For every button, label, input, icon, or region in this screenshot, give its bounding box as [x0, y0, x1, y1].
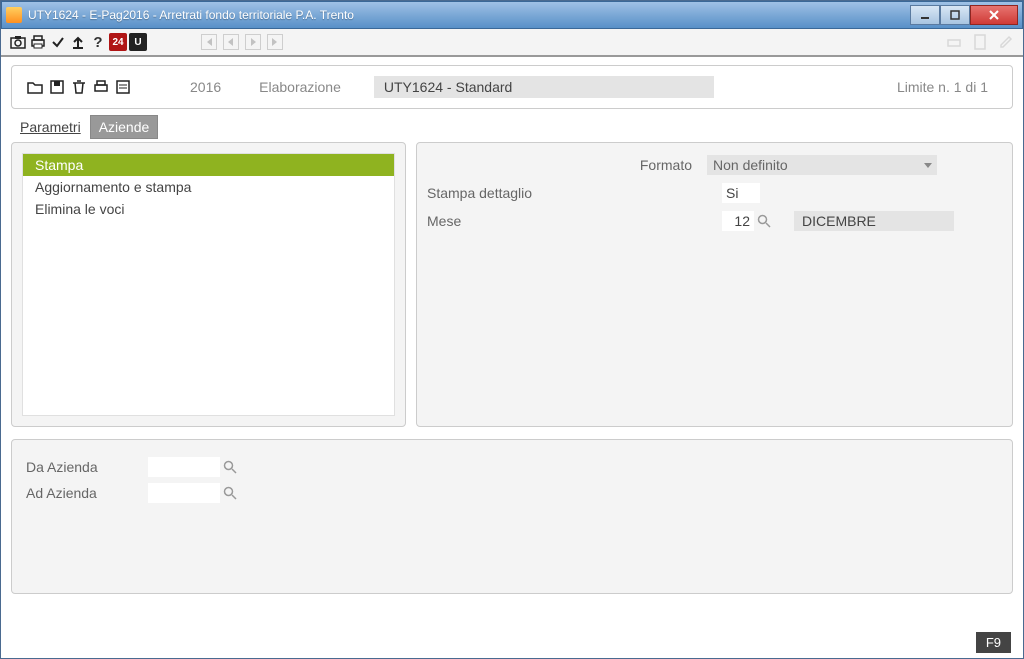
badge-u-icon[interactable]: U — [129, 33, 147, 51]
camera-icon[interactable] — [9, 33, 27, 51]
stampa-dettaglio-label: Stampa dettaglio — [427, 185, 687, 201]
tab-aziende[interactable]: Aziende — [90, 115, 159, 139]
print-icon-2[interactable] — [92, 78, 110, 96]
upload-icon[interactable] — [69, 33, 87, 51]
tabs: Parametri Aziende — [11, 115, 1013, 139]
actions-listbox[interactable]: Stampa Aggiornamento e stampa Elimina le… — [22, 153, 395, 416]
maximize-button[interactable] — [940, 5, 970, 25]
formato-select[interactable]: Non definito — [707, 155, 937, 175]
list-icon[interactable] — [114, 78, 132, 96]
list-item[interactable]: Aggiornamento e stampa — [23, 176, 394, 198]
magnifier-icon[interactable] — [222, 459, 238, 475]
ad-azienda-input[interactable] — [148, 483, 220, 503]
nav-controls — [201, 34, 283, 50]
header-panel: 2016 Elaborazione UTY1624 - Standard Lim… — [11, 65, 1013, 109]
close-button[interactable] — [970, 5, 1018, 25]
stampa-dettaglio-input[interactable] — [722, 183, 760, 203]
folder-icon[interactable] — [26, 78, 44, 96]
azienda-filter-panel: Da Azienda Ad Azienda — [11, 439, 1013, 594]
da-azienda-label: Da Azienda — [26, 459, 148, 475]
nav-last-icon[interactable] — [267, 34, 283, 50]
export-icon[interactable] — [945, 33, 963, 51]
check-icon[interactable] — [49, 33, 67, 51]
nav-next-icon[interactable] — [245, 34, 261, 50]
edit-icon[interactable] — [997, 33, 1015, 51]
magnifier-icon[interactable] — [756, 213, 772, 229]
ad-azienda-label: Ad Azienda — [26, 485, 148, 501]
trash-icon[interactable] — [70, 78, 88, 96]
nav-prev-icon[interactable] — [223, 34, 239, 50]
shortcut-key-badge: F9 — [976, 632, 1011, 653]
document-icon[interactable] — [971, 33, 989, 51]
da-azienda-input[interactable] — [148, 457, 220, 477]
app-icon — [6, 7, 22, 23]
mese-name-display: DICEMBRE — [794, 211, 954, 231]
elaborazione-dropdown[interactable]: UTY1624 - Standard — [374, 76, 714, 98]
list-item[interactable]: Stampa — [23, 154, 394, 176]
mese-input[interactable] — [722, 211, 754, 231]
badge-24-icon[interactable]: 24 — [109, 33, 127, 51]
window-title: UTY1624 - E-Pag2016 - Arretrati fondo te… — [28, 8, 910, 22]
mese-label: Mese — [427, 213, 687, 229]
actions-panel: Stampa Aggiornamento e stampa Elimina le… — [11, 142, 406, 427]
save-icon[interactable] — [48, 78, 66, 96]
limit-text: Limite n. 1 di 1 — [897, 79, 988, 95]
elaborazione-label: Elaborazione — [259, 79, 341, 95]
help-icon[interactable]: ? — [89, 33, 107, 51]
minimize-button[interactable] — [910, 5, 940, 25]
statusbar: F9 — [976, 634, 1011, 652]
window-titlebar: UTY1624 - E-Pag2016 - Arretrati fondo te… — [1, 1, 1023, 29]
magnifier-icon[interactable] — [222, 485, 238, 501]
tab-parametri[interactable]: Parametri — [11, 115, 90, 139]
list-item[interactable]: Elimina le voci — [23, 198, 394, 220]
nav-first-icon[interactable] — [201, 34, 217, 50]
main-toolbar: ? 24 U — [1, 29, 1023, 57]
year-label: 2016 — [190, 79, 221, 95]
print-icon[interactable] — [29, 33, 47, 51]
formato-label: Formato — [427, 157, 707, 173]
form-panel: Formato Non definito Stampa dettaglio Me… — [416, 142, 1013, 427]
